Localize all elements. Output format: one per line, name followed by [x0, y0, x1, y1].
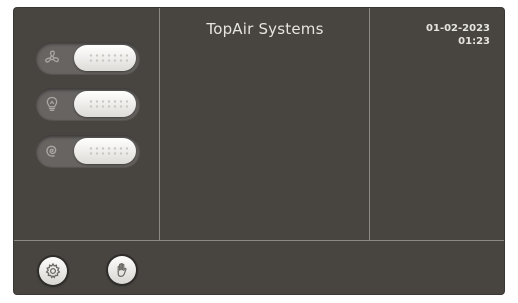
- time-label: 01:23: [458, 36, 490, 47]
- page-title: TopAir Systems: [206, 20, 324, 38]
- fan-icon: [44, 50, 59, 63]
- swing-toggle-knob[interactable]: [74, 138, 136, 164]
- divider-right: [369, 8, 370, 240]
- datetime-display: 01-02-2023 01:23: [426, 22, 490, 48]
- swirl-icon: [46, 145, 57, 157]
- light-toggle-knob[interactable]: [74, 91, 136, 117]
- divider-left: [159, 8, 160, 240]
- hand-icon: [117, 263, 127, 277]
- swing-toggle[interactable]: [36, 135, 140, 167]
- date-label: 01-02-2023: [426, 23, 490, 34]
- fan-toggle-knob[interactable]: [74, 45, 136, 71]
- fan-toggle[interactable]: [36, 42, 140, 74]
- manual-button[interactable]: [108, 256, 136, 284]
- divider-bottom: [14, 240, 504, 241]
- light-toggle[interactable]: [36, 88, 140, 120]
- gear-icon: [45, 262, 61, 279]
- control-panel: TopAir Systems 01-02-2023 01:23: [14, 8, 504, 294]
- settings-button[interactable]: [39, 257, 67, 285]
- lightbulb-icon: [46, 96, 58, 112]
